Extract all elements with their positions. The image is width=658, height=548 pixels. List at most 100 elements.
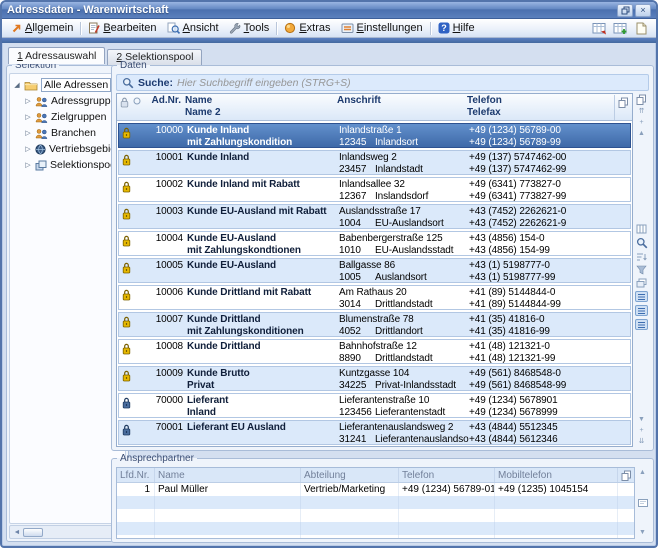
menu-item-allgemein[interactable]: Allgemein xyxy=(6,21,78,35)
lock-gold-icon xyxy=(122,235,131,255)
column-header-anschrift[interactable]: Anschrift xyxy=(337,95,467,120)
tree-expander-icon[interactable]: ◢ xyxy=(13,81,21,89)
tree-root-label[interactable]: Alle Adressen xyxy=(41,78,111,92)
contacts-column-chooser-button[interactable] xyxy=(618,468,634,482)
address-row-10008[interactable]: 10008Kunde DrittlandBahnhofstraße 128890… xyxy=(118,339,631,364)
menu-separator xyxy=(80,22,81,35)
tree-item-zielgruppen[interactable]: ▷Zielgruppen xyxy=(24,109,125,125)
magnifier-button[interactable] xyxy=(636,237,648,249)
lock-gold-icon xyxy=(122,289,131,309)
address-row-10005[interactable]: 10005Kunde EU-AuslandBallgasse 861005Aus… xyxy=(118,258,631,283)
scroll-up-icon[interactable]: ▲ xyxy=(639,469,646,477)
search-input[interactable]: Suche: Hier Suchbegriff eingeben (STRG+S… xyxy=(116,74,649,91)
tree-item-selektionspools[interactable]: ▷Selektionspools xyxy=(24,157,125,173)
scroll-bottom-icon[interactable]: ⇊ xyxy=(639,438,645,446)
contacts-column-header-mobiltelefon[interactable]: Mobiltelefon xyxy=(495,468,618,482)
pool-icon xyxy=(35,160,47,171)
menu-item-hilfe[interactable]: ?Hilfe xyxy=(433,21,480,35)
cell-name: Kunde BruttoPrivat xyxy=(187,368,339,390)
view-mode-button-2[interactable] xyxy=(635,305,648,316)
contact-row-empty[interactable] xyxy=(117,509,634,522)
view-mode-button-1[interactable] xyxy=(635,291,648,302)
scrollbar-thumb[interactable] xyxy=(23,528,43,537)
grid-header-row[interactable]: Ad.Nr. NameName 2 Anschrift TelefonTelef… xyxy=(117,94,632,121)
scroll-up-icon[interactable]: ▲ xyxy=(638,130,645,138)
table-import-button[interactable] xyxy=(590,20,608,36)
tree-expander-icon[interactable]: ▷ xyxy=(24,129,32,137)
contact-row-empty[interactable] xyxy=(117,535,634,539)
menu-item-einstellungen[interactable]: Einstellungen xyxy=(336,21,428,35)
column-header-name[interactable]: NameName 2 xyxy=(185,95,337,120)
address-row-10009[interactable]: 10009Kunde BruttoPrivatKuntzgasse 104342… xyxy=(118,366,631,391)
close-button[interactable]: × xyxy=(635,4,651,17)
tree-expander-icon[interactable]: ▷ xyxy=(24,145,32,153)
tab-1-adressauswahl[interactable]: 1 Adressauswahl xyxy=(8,47,105,64)
tree-expander-icon[interactable]: ▷ xyxy=(24,97,32,105)
contacts-header-row[interactable]: Lfd.Nr.NameAbteilungTelefonMobiltelefon xyxy=(117,468,634,483)
menu-item-bearbeiten[interactable]: Bearbeiten xyxy=(83,21,161,35)
cell-adnr: 10001 xyxy=(145,152,187,174)
list-icon xyxy=(637,293,646,301)
contacts-column-header-lfdnr[interactable]: Lfd.Nr. xyxy=(117,468,155,482)
cell-anschrift: Am Rathaus 203014Drittlandstadt xyxy=(339,287,469,309)
tree-item-adressgruppen[interactable]: ▷Adressgruppen xyxy=(24,93,125,109)
menu-item-extras[interactable]: Extras xyxy=(279,21,335,35)
menu-item-tools[interactable]: Tools xyxy=(224,21,275,35)
address-row-10007[interactable]: 10007Kunde Drittlandmit Zahlungskonditio… xyxy=(118,312,631,337)
float-window-button[interactable] xyxy=(617,4,633,17)
scroll-down-icon[interactable]: ▼ xyxy=(639,529,646,537)
table-add-button[interactable] xyxy=(611,20,629,36)
expand-icon[interactable]: + xyxy=(639,427,643,435)
tree-expander-icon[interactable]: ▷ xyxy=(24,161,32,169)
view-mode-button-3[interactable] xyxy=(635,319,648,330)
menu-item-ansicht[interactable]: Ansicht xyxy=(162,21,224,35)
cell-name: Kunde Drittland mit Rabatt xyxy=(187,287,339,309)
column-chooser-button[interactable] xyxy=(614,95,632,120)
copy-rows-button[interactable] xyxy=(636,94,647,105)
lock-gray-icon xyxy=(120,97,129,120)
contacts-column-header-telefon[interactable]: Telefon xyxy=(399,468,495,482)
filter-button[interactable] xyxy=(636,265,647,275)
tree-horizontal-scrollbar[interactable]: ◄ ► xyxy=(9,525,126,539)
scroll-top-icon[interactable]: ⇈ xyxy=(639,108,645,116)
cell-anschrift: Inlandsallee 3212367Inslandsdorf xyxy=(339,179,469,201)
address-row-10000[interactable]: 10000Kunde Inlandmit ZahlungskonditionIn… xyxy=(118,123,631,148)
card-icon[interactable] xyxy=(638,499,648,507)
tree-item-vertriebsgebiete[interactable]: ▷Vertriebsgebiete xyxy=(24,141,125,157)
contacts-column-header-abteilung[interactable]: Abteilung xyxy=(301,468,399,482)
address-row-70001[interactable]: 70001Lieferant EU AuslandLieferantenausl… xyxy=(118,420,631,445)
sort-button[interactable] xyxy=(636,252,647,262)
address-row-10002[interactable]: 10002Kunde Inland mit RabattInlandsallee… xyxy=(118,177,631,202)
tree-item-alle-adressen[interactable]: ◢ Alle Adressen xyxy=(13,77,125,93)
address-grid: Ad.Nr. NameName 2 Anschrift TelefonTelef… xyxy=(116,93,633,447)
contact-row-empty[interactable] xyxy=(117,522,634,535)
scroll-left-icon[interactable]: ◄ xyxy=(11,529,23,536)
cell-telefon: +43 (4844) 5512345+43 (4844) 5612346 xyxy=(469,422,612,444)
address-row-10006[interactable]: 10006Kunde Drittland mit RabattAm Rathau… xyxy=(118,285,631,310)
columns-button[interactable] xyxy=(636,224,647,234)
copy-icon xyxy=(621,470,632,481)
cell-name: Kunde Drittlandmit Zahlungskonditionen xyxy=(187,314,339,336)
expand-icon[interactable]: + xyxy=(639,119,643,127)
cell-anschrift: Ballgasse 861005Auslandsort xyxy=(339,260,469,282)
tree-item-branchen[interactable]: ▷Branchen xyxy=(24,125,125,141)
address-row-10001[interactable]: 10001Kunde InlandInlandsweg 223457Inland… xyxy=(118,150,631,175)
contact-row-empty[interactable] xyxy=(117,496,634,509)
cell-anschrift: Blumenstraße 784052Drittlandort xyxy=(339,314,469,336)
address-row-70000[interactable]: 70000LieferantInlandLieferantenstraße 10… xyxy=(118,393,631,418)
scroll-down-icon[interactable]: ▼ xyxy=(638,416,645,424)
column-header-adnr[interactable]: Ad.Nr. xyxy=(143,95,185,120)
address-row-10003[interactable]: 10003Kunde EU-Ausland mit RabattAuslands… xyxy=(118,204,631,229)
layers-button[interactable] xyxy=(636,278,647,288)
cell-adnr: 10002 xyxy=(145,179,187,201)
tree-expander-icon[interactable]: ▷ xyxy=(24,113,32,121)
lock-gold-icon xyxy=(122,127,131,147)
address-row-10004[interactable]: 10004Kunde EU-Auslandmit Zahlungskondtio… xyxy=(118,231,631,256)
new-page-button[interactable] xyxy=(632,20,650,36)
lock-gold-icon xyxy=(122,181,131,201)
table-add-icon xyxy=(613,22,628,35)
column-header-telefon[interactable]: TelefonTelefax xyxy=(467,95,614,120)
contacts-column-header-name[interactable]: Name xyxy=(155,468,301,482)
contact-row-1[interactable]: 1Paul MüllerVertrieb/Marketing+49 (1234)… xyxy=(117,483,634,496)
cell-adnr: 10003 xyxy=(145,206,187,228)
